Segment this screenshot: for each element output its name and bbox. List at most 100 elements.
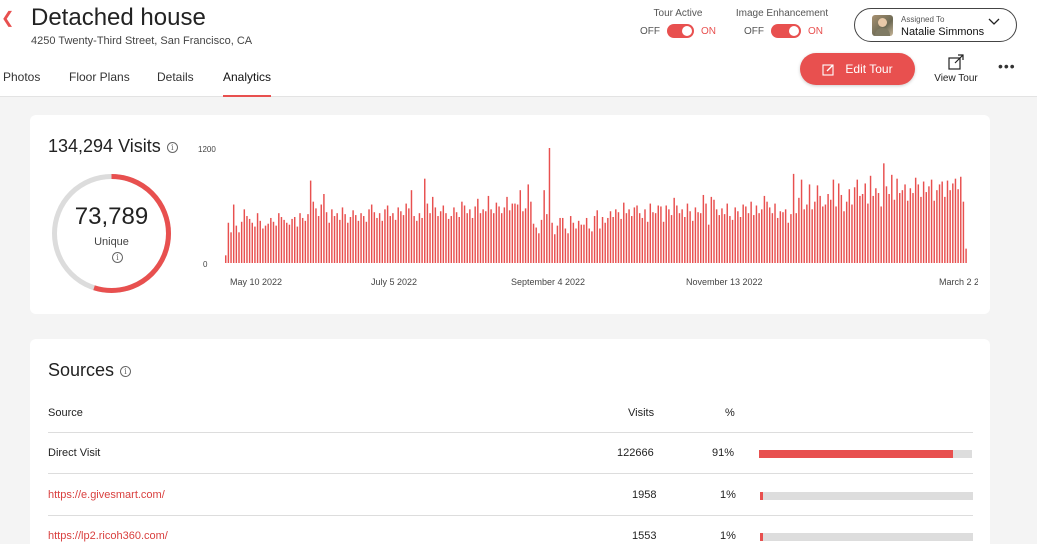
- source-link[interactable]: https://e.givesmart.com/: [48, 489, 165, 501]
- chart-bar: [957, 189, 959, 263]
- chart-bar: [646, 221, 649, 263]
- chart-bar: [917, 184, 920, 263]
- chart-bar: [742, 204, 744, 263]
- chart-bar: [360, 213, 362, 263]
- chart-bar: [493, 213, 495, 263]
- source-percent: 1%: [720, 530, 736, 542]
- chart-bar: [782, 212, 784, 263]
- chart-bar: [474, 206, 476, 263]
- chart-bar: [567, 233, 569, 263]
- visits-title: 134,294 Visits i: [48, 136, 178, 157]
- chart-bar: [575, 228, 577, 263]
- chart-bar: [819, 195, 821, 263]
- assigned-to-dropdown[interactable]: Assigned To Natalie Simmons: [854, 8, 1017, 42]
- more-horizontal-icon[interactable]: •••: [998, 58, 1016, 74]
- chart-bar: [845, 201, 848, 263]
- chart-bar: [678, 213, 681, 263]
- chart-bar: [660, 206, 662, 263]
- chart-bar: [771, 213, 774, 263]
- source-share-fill: [760, 492, 763, 500]
- chart-bar: [286, 222, 288, 263]
- chart-bar: [341, 207, 344, 263]
- source-share-bar: [760, 533, 973, 541]
- chart-bar: [243, 209, 246, 263]
- edit-tour-button[interactable]: Edit Tour: [800, 53, 915, 85]
- chart-bar: [944, 196, 946, 264]
- chart-bar: [933, 200, 935, 263]
- y-tick-label: 0: [203, 260, 208, 269]
- chart-bar: [872, 195, 874, 263]
- avatar: [872, 15, 893, 36]
- view-tour-button[interactable]: View Tour: [930, 54, 982, 84]
- chart-bar: [262, 228, 264, 263]
- chart-bar: [445, 213, 447, 263]
- info-icon[interactable]: i: [166, 141, 178, 153]
- chart-bar: [585, 217, 588, 263]
- chevron-left-icon[interactable]: ❮: [1, 8, 14, 28]
- x-tick-label: May 10 2022: [230, 277, 282, 287]
- chart-bar: [729, 216, 731, 263]
- chart-bar: [922, 181, 925, 263]
- chart-bar: [925, 192, 927, 263]
- chart-bar: [556, 225, 559, 264]
- chart-bar: [832, 179, 835, 264]
- column-header-percent: %: [725, 407, 735, 419]
- chart-bar: [808, 184, 811, 263]
- chart-bar: [410, 190, 413, 263]
- chart-bar: [386, 205, 389, 263]
- chart-bar: [291, 218, 293, 263]
- chart-bar: [317, 216, 320, 263]
- chart-bar: [376, 217, 378, 263]
- column-header-source: Source: [48, 407, 83, 419]
- total-visits: 134,294 Visits: [48, 136, 161, 156]
- x-tick-label: September 4 2022: [511, 277, 585, 287]
- chart-bar: [631, 216, 633, 263]
- tab-floor-plans[interactable]: Floor Plans: [69, 70, 130, 97]
- chart-bar: [768, 207, 771, 263]
- chart-bar: [439, 211, 442, 263]
- chart-bar: [766, 201, 768, 263]
- chart-bar: [946, 180, 949, 263]
- chart-bar: [500, 213, 503, 263]
- chart-bar: [577, 220, 580, 263]
- tab-photos[interactable]: Photos: [3, 70, 40, 97]
- chart-bar: [591, 231, 593, 264]
- chart-bar: [357, 220, 360, 263]
- chart-bar: [607, 217, 609, 263]
- tour-active-switch[interactable]: [667, 24, 694, 38]
- chart-bar: [952, 183, 954, 263]
- view-tour-label: View Tour: [934, 73, 978, 84]
- chart-bar: [309, 180, 312, 263]
- chart-bar: [885, 186, 888, 263]
- chart-bar: [235, 225, 238, 264]
- chart-bar: [588, 228, 590, 263]
- chart-bar: [684, 217, 686, 263]
- image-enhancement-switch[interactable]: [771, 24, 801, 38]
- info-icon[interactable]: i: [112, 252, 123, 263]
- info-icon[interactable]: i: [120, 365, 132, 377]
- chart-bar: [254, 226, 256, 263]
- chart-bar: [930, 179, 933, 264]
- chart-bar: [315, 208, 317, 264]
- divider: [48, 473, 973, 474]
- chart-bar: [418, 213, 421, 263]
- chart-bar: [726, 203, 728, 263]
- tab-details[interactable]: Details: [157, 70, 194, 97]
- source-share-bar: [759, 450, 972, 458]
- chart-bar: [485, 211, 487, 263]
- chart-bar: [466, 213, 468, 263]
- chart-bar: [325, 212, 328, 263]
- assigned-to-name: Natalie Simmons: [901, 26, 985, 38]
- unique-label: Unique: [94, 236, 129, 248]
- chart-bar: [697, 212, 699, 263]
- image-enhancement-toggle-group: Image Enhancement OFF ON: [734, 8, 830, 38]
- tab-analytics[interactable]: Analytics: [223, 70, 271, 97]
- x-tick-label: November 13 2022: [686, 277, 763, 287]
- chart-bar: [723, 214, 726, 264]
- page-title: Detached house: [31, 4, 206, 31]
- chart-bar: [389, 216, 391, 263]
- chart-bar: [893, 199, 896, 263]
- source-link[interactable]: https://lp2.ricoh360.com/: [48, 530, 168, 542]
- chart-bar: [365, 221, 368, 263]
- chart-bar: [349, 217, 352, 263]
